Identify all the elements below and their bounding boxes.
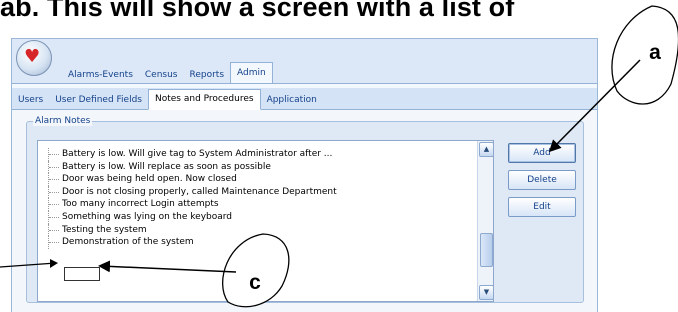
alarm-notes-tree[interactable]: Battery is low. Will give tag to System …	[37, 140, 494, 302]
alarm-notes-items: Battery is low. Will give tag to System …	[38, 148, 464, 249]
scroll-up-icon[interactable]: ▲	[479, 142, 493, 157]
heart-logo-icon: ♥	[24, 46, 41, 67]
notes-procedures-panel: Alarm Notes Battery is low. Will give ta…	[12, 110, 597, 312]
alarm-notes-title: Alarm Notes	[33, 116, 93, 126]
application-window: ♥ Alarms-Events Census Reports Admin Use…	[11, 38, 598, 312]
new-note-edit-box[interactable]	[64, 267, 100, 281]
scroll-thumb[interactable]	[480, 233, 493, 267]
notes-scrollbar[interactable]: ▲ ▼	[477, 141, 493, 301]
tab-admin[interactable]: Admin	[230, 62, 273, 83]
alarm-note-item[interactable]: Testing the system	[38, 223, 464, 237]
note-actions: Add Delete Edit	[508, 143, 576, 224]
tab-notes-and-procedures[interactable]: Notes and Procedures	[148, 89, 261, 110]
tab-census[interactable]: Census	[139, 67, 184, 83]
app-menu-orb[interactable]: ♥	[16, 40, 52, 76]
scroll-down-icon[interactable]: ▼	[479, 285, 493, 300]
admin-sub-tab-bar: Users User Defined Fields Notes and Proc…	[12, 88, 597, 110]
alarm-note-item[interactable]: Battery is low. Will replace as soon as …	[38, 160, 464, 174]
tab-application[interactable]: Application	[261, 91, 323, 109]
tab-reports[interactable]: Reports	[184, 67, 231, 83]
edit-button[interactable]: Edit	[508, 197, 576, 217]
tab-user-defined-fields[interactable]: User Defined Fields	[49, 91, 148, 109]
tab-users[interactable]: Users	[12, 91, 49, 109]
tab-alarms-events[interactable]: Alarms-Events	[62, 67, 139, 83]
delete-button[interactable]: Delete	[508, 170, 576, 190]
alarm-note-item[interactable]: Battery is low. Will give tag to System …	[38, 148, 464, 161]
add-button[interactable]: Add	[508, 143, 576, 163]
alarm-note-item[interactable]: Door was being held open. Now closed	[38, 173, 464, 186]
alarm-note-item[interactable]: Door is not closing properly, called Mai…	[38, 185, 464, 199]
alarm-note-item[interactable]: Something was lying on the keyboard	[38, 210, 464, 224]
alarm-note-item[interactable]: Demonstration of the system	[38, 236, 464, 249]
alarm-notes-group: Alarm Notes Battery is low. Will give ta…	[26, 116, 584, 303]
alarm-note-item[interactable]: Too many incorrect Login attempts	[38, 198, 464, 211]
document-heading: ab. This will show a screen with a list …	[0, 0, 515, 22]
main-tab-bar: Alarms-Events Census Reports Admin	[62, 62, 273, 83]
callout-label-a: a	[649, 41, 661, 64]
